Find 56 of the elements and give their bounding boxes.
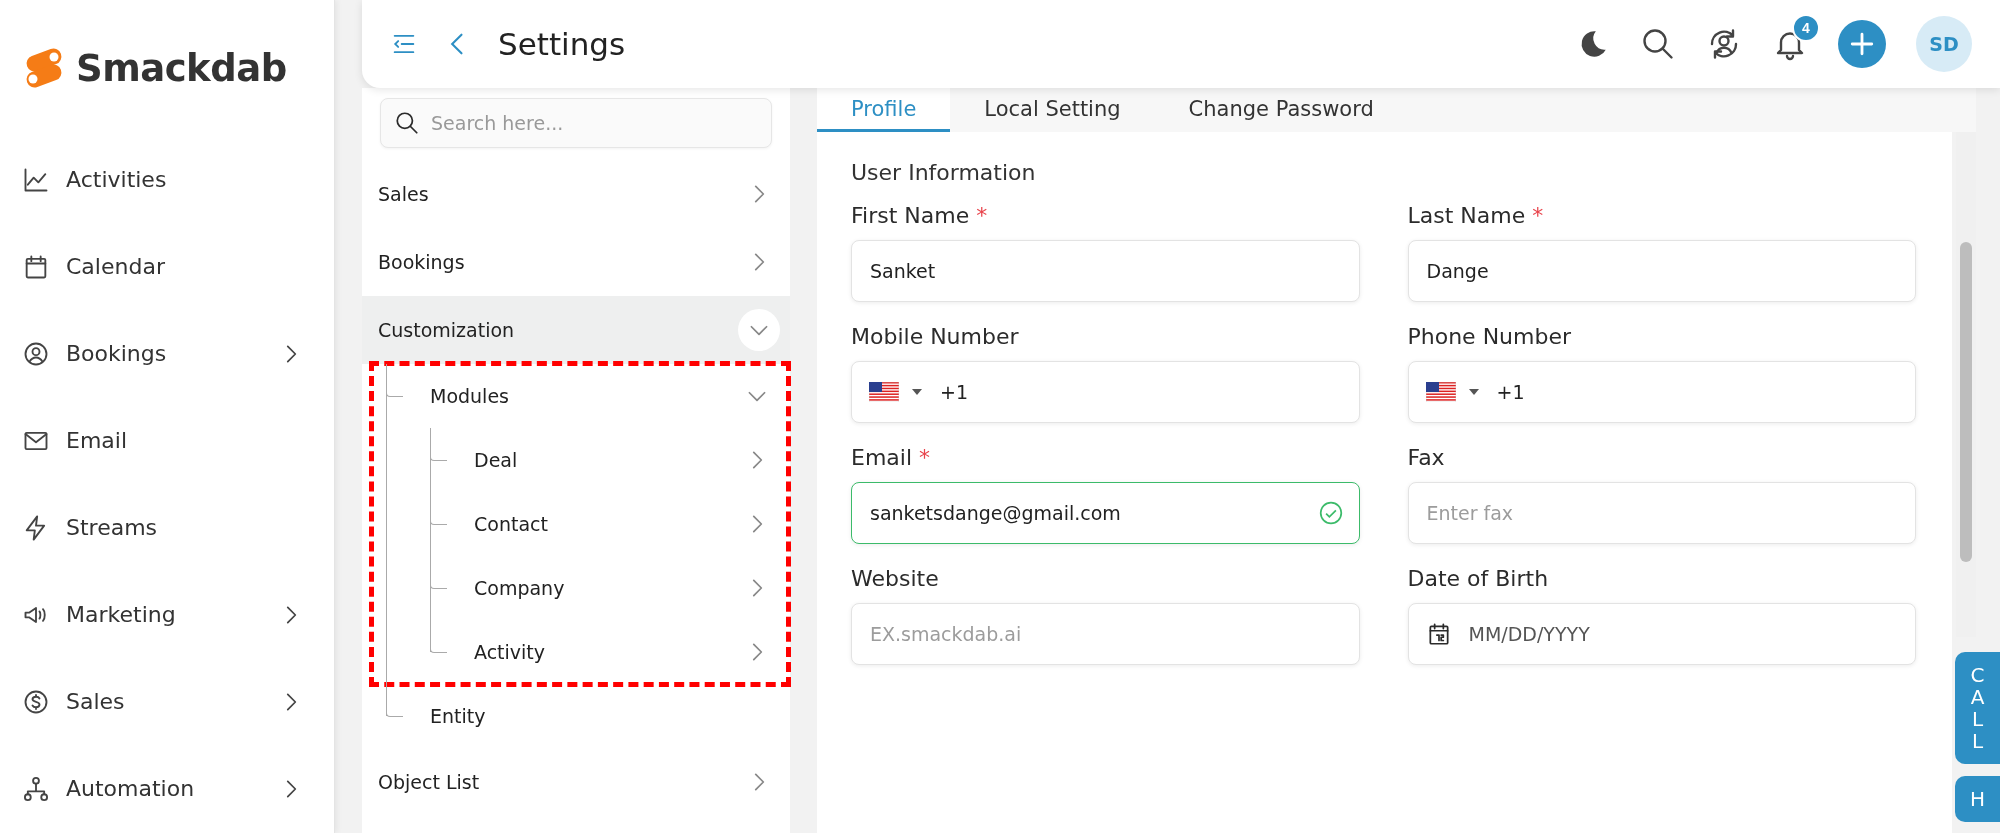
settings-menu-item[interactable]: Activity: [430, 620, 788, 684]
input-field[interactable]: Sanket: [851, 240, 1360, 302]
search-icon: [394, 110, 420, 136]
us-flag-icon: [1425, 382, 1456, 402]
plus-icon: [1849, 31, 1875, 57]
field-label: Date of Birth: [1407, 566, 1550, 591]
nav-item[interactable]: Calendar: [22, 223, 334, 310]
tab[interactable]: Local Setting: [950, 88, 1155, 132]
search-icon: [1640, 26, 1676, 62]
input-field[interactable]: Dange: [1407, 240, 1916, 302]
phone-field[interactable]: +1: [851, 361, 1360, 423]
brand-name: Smackdab: [76, 46, 287, 90]
tab[interactable]: Change Password: [1154, 88, 1408, 132]
add-button[interactable]: [1838, 20, 1886, 68]
settings-menu-item[interactable]: Entity: [386, 684, 790, 748]
settings-menu-item[interactable]: Bookings: [362, 228, 790, 296]
field-label: Mobile Number: [851, 324, 1020, 349]
field-label: Email *: [851, 445, 932, 470]
phone-field[interactable]: +1: [1407, 361, 1916, 423]
notifications-button[interactable]: 4: [1772, 14, 1820, 62]
caret-icon[interactable]: [911, 388, 923, 396]
settings-menu-item[interactable]: Customization: [362, 296, 790, 364]
check-circle-icon: [1317, 500, 1344, 526]
field-label: Fax: [1407, 445, 1446, 470]
date-field[interactable]: MM/DD/YYYY: [1407, 603, 1916, 665]
us-flag-icon: [869, 382, 899, 402]
nav-item[interactable]: Bookings: [22, 310, 334, 397]
nav-item[interactable]: Email: [22, 397, 334, 484]
settings-menu-item[interactable]: Deal: [430, 428, 788, 492]
page-title: Settings: [498, 26, 627, 62]
field-label: First Name *: [851, 203, 989, 228]
input-field[interactable]: EX.smackdab.ai: [851, 603, 1360, 665]
hierarchy-icon: [22, 774, 50, 803]
notification-badge: 4: [1792, 14, 1820, 42]
field-label: Website: [851, 566, 940, 591]
settings-menu-item[interactable]: Sales: [362, 160, 790, 228]
nav-item[interactable]: Marketing: [22, 571, 334, 658]
input-field[interactable]: Enter fax: [1407, 482, 1916, 544]
side-tab[interactable]: H: [1955, 776, 2000, 822]
field-label: Last Name *: [1407, 203, 1545, 228]
search-field[interactable]: Search here...: [380, 98, 772, 148]
search-button[interactable]: [1640, 26, 1676, 62]
settings-menu-item[interactable]: Object List: [362, 748, 790, 816]
nav-item[interactable]: Activities: [22, 136, 334, 223]
caret-icon[interactable]: [1467, 388, 1480, 396]
input-field[interactable]: sanketsdange@gmail.com: [851, 482, 1360, 544]
settings-menu-item[interactable]: Modules: [386, 364, 788, 428]
side-tab[interactable]: CALL: [1955, 652, 2000, 764]
nav-item[interactable]: Automation: [22, 745, 334, 832]
settings-menu-item[interactable]: Contact: [430, 492, 788, 556]
tab[interactable]: Profile: [817, 88, 951, 132]
nav-item[interactable]: Sales: [22, 658, 334, 745]
settings-menu-item[interactable]: Company: [430, 556, 788, 620]
section-title: User Information: [851, 160, 1037, 185]
field-label: Phone Number: [1407, 324, 1573, 349]
nav-item[interactable]: Streams: [22, 484, 334, 571]
